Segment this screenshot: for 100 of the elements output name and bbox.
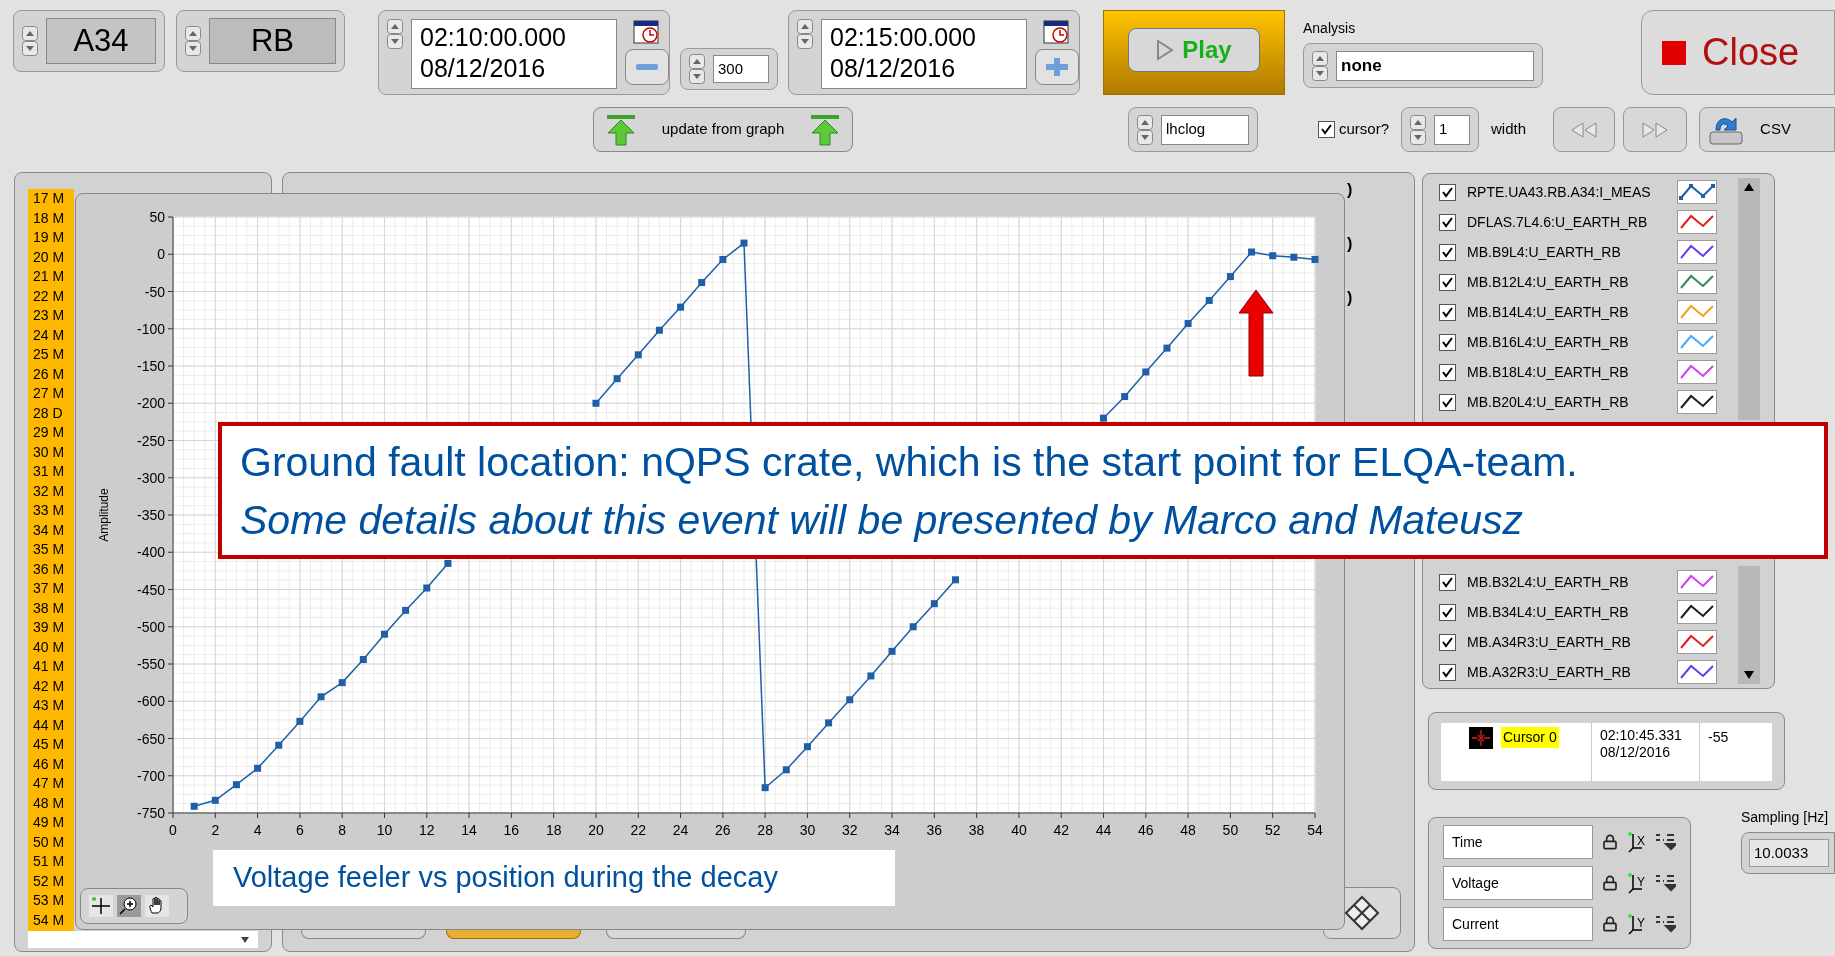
line-style-swatch[interactable]	[1677, 390, 1717, 414]
line-style-swatch[interactable]	[1677, 600, 1717, 624]
axis-name-field[interactable]: Voltage	[1443, 866, 1593, 900]
line-style-swatch[interactable]	[1677, 180, 1717, 204]
position-item[interactable]: 48 M	[33, 793, 65, 813]
signal-checkbox[interactable]	[1439, 303, 1456, 321]
spin-buttons[interactable]	[387, 19, 403, 49]
hand-tool-icon[interactable]	[145, 895, 169, 917]
position-list[interactable]: 17 M 18 M 19 M 20 M 21 M 22 M 23 M 24 M 25 M 26 M 27 M 28 D 29 M 30 M 31 M 32 M 33 M 34 M 35 M 36 M 37 M 38 M 39 M 40 M 41 M 42 M 43 M 44 M 45 M 46 M 47 M 48 M 49 M 50 M 51 M 52 M 53 M 54 M	[28, 189, 74, 931]
spin-buttons[interactable]	[185, 26, 201, 56]
analysis-field[interactable]: none	[1336, 50, 1534, 81]
scroll-up-icon[interactable]	[1743, 182, 1755, 192]
spin-buttons[interactable]	[1410, 114, 1427, 145]
line-style-swatch[interactable]	[1677, 210, 1717, 234]
axis-corner-icon[interactable]	[1627, 831, 1643, 853]
lock-icon[interactable]	[1602, 916, 1618, 932]
signal-checkbox[interactable]	[1439, 393, 1456, 411]
signal-checkbox[interactable]	[1439, 603, 1456, 621]
signal-checkbox[interactable]	[1439, 213, 1456, 231]
position-item[interactable]: 39 M	[33, 618, 65, 638]
position-item[interactable]: 28 D	[33, 403, 63, 423]
datetime-field[interactable]: 02:15:00.000 08/12/2016	[821, 19, 1027, 89]
position-item[interactable]: 30 M	[33, 442, 65, 462]
position-item[interactable]: 42 M	[33, 676, 65, 696]
spin-buttons[interactable]	[1312, 50, 1328, 81]
position-item[interactable]: 53 M	[33, 891, 65, 911]
format-menu-icon[interactable]	[1654, 914, 1676, 934]
position-item[interactable]: 25 M	[33, 345, 65, 365]
cursor-crosshair-icon[interactable]	[1469, 727, 1493, 749]
position-item[interactable]: 40 M	[33, 637, 65, 657]
position-item[interactable]: 22 M	[33, 286, 65, 306]
position-item[interactable]: 35 M	[33, 540, 65, 560]
line-style-swatch[interactable]	[1677, 270, 1717, 294]
signal-checkbox[interactable]	[1439, 663, 1456, 681]
zoom-tool-icon[interactable]	[117, 895, 141, 917]
position-item[interactable]: 52 M	[33, 871, 65, 891]
axis-corner-icon[interactable]	[1627, 913, 1643, 935]
scroll-down-icon[interactable]	[1743, 670, 1755, 680]
position-item[interactable]: 33 M	[33, 501, 65, 521]
close-button[interactable]: Close	[1641, 10, 1835, 95]
crosshair-tool-icon[interactable]	[89, 895, 113, 917]
axis-name-field[interactable]: Time	[1443, 825, 1593, 859]
spin-buttons[interactable]	[689, 54, 705, 84]
position-item[interactable]: 36 M	[33, 559, 65, 579]
position-item[interactable]: 54 M	[33, 910, 65, 930]
line-style-swatch[interactable]	[1677, 330, 1717, 354]
signal-checkbox[interactable]	[1439, 183, 1456, 201]
position-item[interactable]: 23 M	[33, 306, 65, 326]
magnet-field[interactable]: A34	[46, 18, 156, 64]
position-item[interactable]: 21 M	[33, 267, 65, 287]
line-style-swatch[interactable]	[1677, 630, 1717, 654]
lock-icon[interactable]	[1602, 834, 1618, 850]
calendar-clock-icon[interactable]	[633, 19, 661, 45]
position-item[interactable]: 20 M	[33, 247, 65, 267]
cursor-name[interactable]: Cursor 0	[1501, 727, 1559, 748]
calendar-clock-icon[interactable]	[1043, 19, 1071, 45]
position-item[interactable]: 19 M	[33, 228, 65, 248]
spin-buttons[interactable]	[1137, 114, 1153, 145]
signal-checkbox[interactable]	[1439, 363, 1456, 381]
signal-checkbox[interactable]	[1439, 573, 1456, 591]
position-item[interactable]: 27 M	[33, 384, 65, 404]
line-style-swatch[interactable]	[1677, 300, 1717, 324]
position-item[interactable]: 37 M	[33, 579, 65, 599]
position-item[interactable]: 43 M	[33, 696, 65, 716]
circuit-field[interactable]: RB	[209, 18, 336, 64]
lock-icon[interactable]	[1602, 875, 1618, 891]
position-item[interactable]: 24 M	[33, 325, 65, 345]
cursor-width-field[interactable]: 1	[1434, 114, 1471, 145]
scrollbar-track[interactable]	[1738, 566, 1760, 684]
datetime-field[interactable]: 02:10:00.000 08/12/2016	[411, 19, 617, 89]
position-item[interactable]: 18 M	[33, 208, 65, 228]
position-item[interactable]: 32 M	[33, 481, 65, 501]
position-item[interactable]: 47 M	[33, 774, 65, 794]
position-item[interactable]: 17 M	[33, 189, 65, 209]
position-item[interactable]: 31 M	[33, 462, 65, 482]
position-item[interactable]: 45 M	[33, 735, 65, 755]
position-item[interactable]: 34 M	[33, 520, 65, 540]
spin-buttons[interactable]	[797, 19, 813, 49]
position-item[interactable]: 38 M	[33, 598, 65, 618]
line-style-swatch[interactable]	[1677, 660, 1717, 684]
position-item[interactable]: 49 M	[33, 813, 65, 833]
format-menu-icon[interactable]	[1654, 832, 1676, 852]
spin-buttons[interactable]	[22, 26, 38, 56]
position-item[interactable]: 41 M	[33, 657, 65, 677]
format-menu-icon[interactable]	[1654, 873, 1676, 893]
cursor-checkbox[interactable]	[1318, 121, 1335, 138]
source-field[interactable]: lhclog	[1161, 114, 1249, 145]
signal-checkbox[interactable]	[1439, 633, 1456, 651]
signal-checkbox[interactable]	[1439, 243, 1456, 261]
position-item[interactable]: 50 M	[33, 832, 65, 852]
step-field[interactable]: 300	[713, 55, 769, 83]
line-style-swatch[interactable]	[1677, 360, 1717, 384]
position-item[interactable]: 29 M	[33, 423, 65, 443]
axis-corner-icon[interactable]	[1627, 872, 1643, 894]
line-style-swatch[interactable]	[1677, 570, 1717, 594]
position-item[interactable]: 46 M	[33, 754, 65, 774]
signal-checkbox[interactable]	[1439, 333, 1456, 351]
update-from-graph-button[interactable]: update from graph	[593, 107, 853, 152]
axis-name-field[interactable]: Current	[1443, 907, 1593, 941]
line-style-swatch[interactable]	[1677, 240, 1717, 264]
